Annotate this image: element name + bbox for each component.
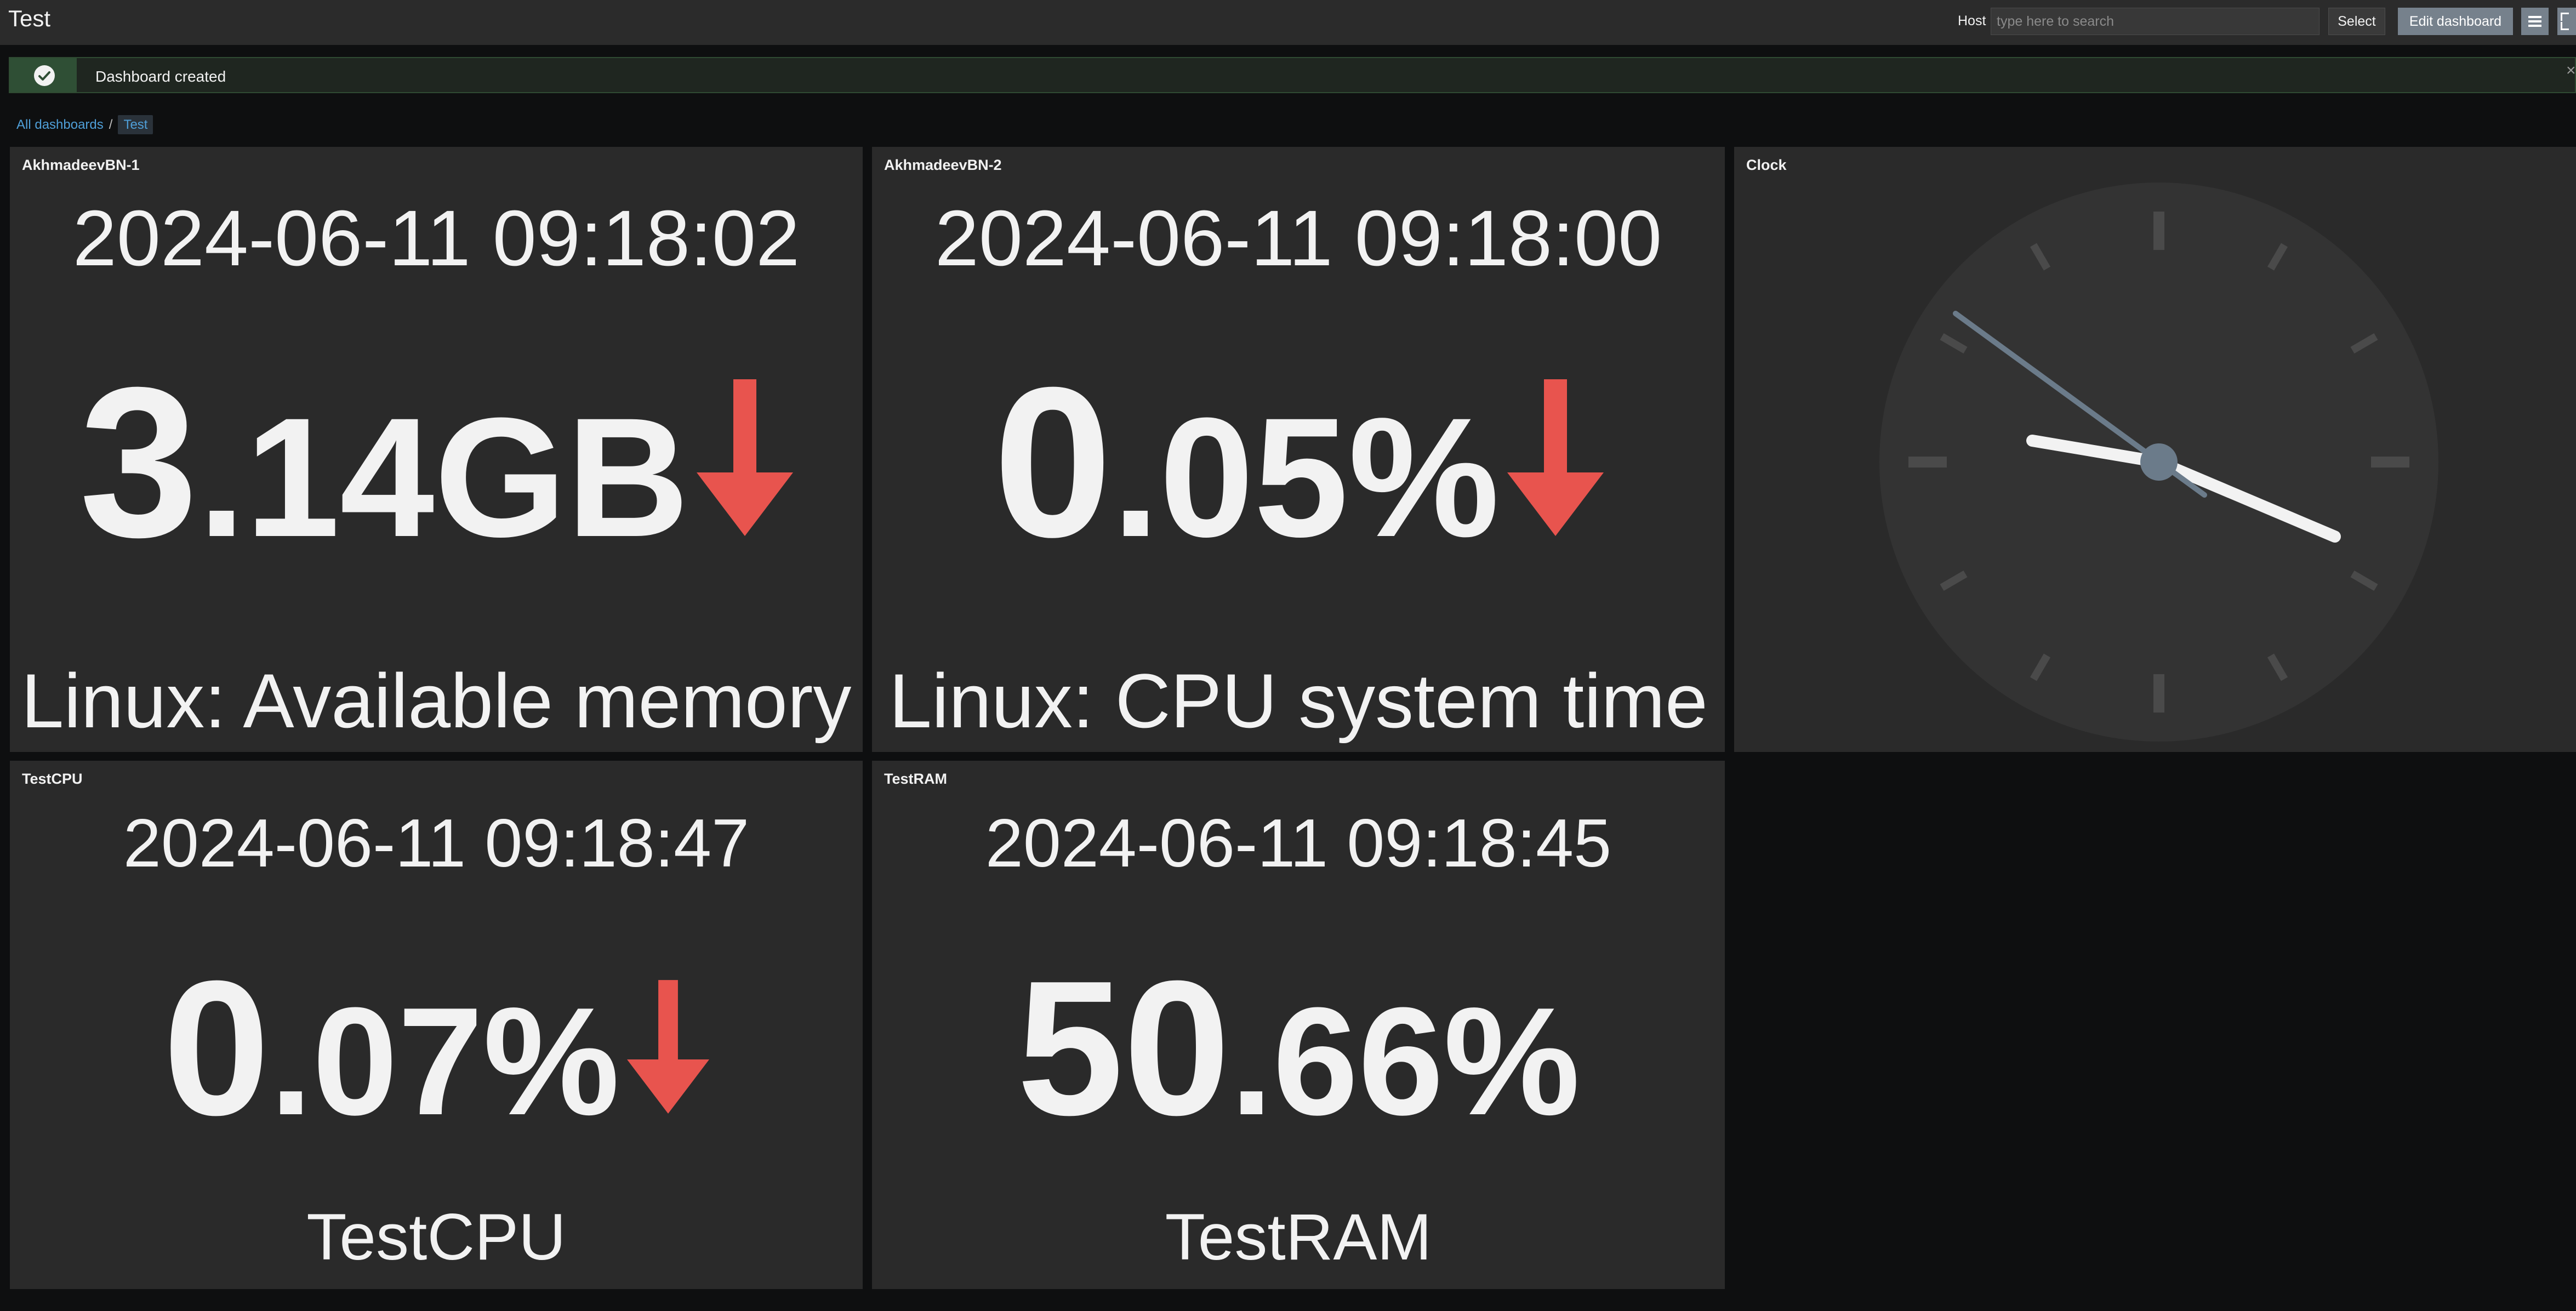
- value-decimal: .07: [270, 976, 483, 1147]
- value-units: %: [1443, 976, 1580, 1147]
- widget-description: TestCPU: [306, 1200, 566, 1274]
- widget-value: 0.07%: [10, 953, 863, 1144]
- widget-title: AkhmadeevBN-2: [884, 157, 1002, 173]
- arrow-down-icon: [1507, 379, 1604, 536]
- item-value-widget[interactable]: AkhmadeevBN-1 2024-06-11 09:18:02 3.14GB…: [10, 147, 863, 752]
- breadcrumb-current-dashboard[interactable]: Test: [118, 115, 153, 134]
- close-icon[interactable]: ×: [2566, 61, 2576, 80]
- value-integer: 50: [1017, 941, 1230, 1155]
- value-decimal: .05: [1112, 382, 1349, 572]
- breadcrumb: All dashboards / Test: [16, 115, 153, 134]
- action-menu-button[interactable]: [2521, 8, 2549, 35]
- breadcrumb-separator: /: [109, 117, 113, 132]
- widget-value: 0.05%: [872, 355, 1725, 569]
- arrow-down-icon: [627, 980, 710, 1114]
- widget-timestamp: 2024-06-11 09:18:00: [934, 194, 1662, 282]
- host-select-button[interactable]: Select: [2328, 8, 2385, 35]
- check-circle-icon: [34, 65, 55, 86]
- widget-value: 3.14GB: [10, 355, 863, 569]
- value-integer: 0: [163, 941, 270, 1155]
- arrow-down-icon: [697, 379, 794, 536]
- value-units: GB: [434, 382, 689, 572]
- value-decimal: .14: [198, 382, 435, 572]
- clock-widget[interactable]: Clock: [1734, 147, 2576, 752]
- value-integer: 0: [993, 343, 1113, 582]
- host-search-input[interactable]: [1991, 8, 2319, 35]
- breadcrumb-all-dashboards[interactable]: All dashboards: [16, 117, 104, 132]
- kiosk-mode-button[interactable]: [2557, 8, 2576, 35]
- widget-timestamp: 2024-06-11 09:18:47: [123, 806, 750, 881]
- page-title: Test: [8, 5, 51, 31]
- widget-title: TestCPU: [22, 771, 83, 787]
- widget-description: TestRAM: [1165, 1200, 1432, 1274]
- host-filter-label: Host: [1958, 13, 1986, 29]
- value-units: %: [1348, 382, 1500, 572]
- widget-description: Linux: Available memory: [21, 658, 852, 744]
- clock-face: [1879, 183, 2438, 742]
- message-icon-box: [10, 58, 77, 92]
- item-value-widget[interactable]: TestRAM 2024-06-11 09:18:45 50.66% TestR…: [872, 761, 1725, 1289]
- widget-title: TestRAM: [884, 771, 948, 787]
- item-value-widget[interactable]: AkhmadeevBN-2 2024-06-11 09:18:00 0.05% …: [872, 147, 1725, 752]
- widget-timestamp: 2024-06-11 09:18:02: [72, 194, 800, 282]
- edit-dashboard-button[interactable]: Edit dashboard: [2398, 8, 2513, 35]
- widget-timestamp: 2024-06-11 09:18:45: [985, 806, 1612, 881]
- widget-description: Linux: CPU system time: [889, 658, 1708, 744]
- value-integer: 3: [79, 343, 198, 582]
- widget-value: 50.66%: [872, 953, 1725, 1144]
- message-text: Dashboard created: [95, 68, 226, 85]
- widget-title: AkhmadeevBN-1: [22, 157, 140, 173]
- dashboard-header: Test Host Select Edit dashboard: [0, 0, 2576, 45]
- item-value-widget[interactable]: TestCPU 2024-06-11 09:18:47 0.07% TestCP…: [10, 761, 863, 1289]
- success-message-bar: Dashboard created ×: [9, 57, 2576, 93]
- value-units: %: [483, 976, 620, 1147]
- value-decimal: .66: [1230, 976, 1444, 1147]
